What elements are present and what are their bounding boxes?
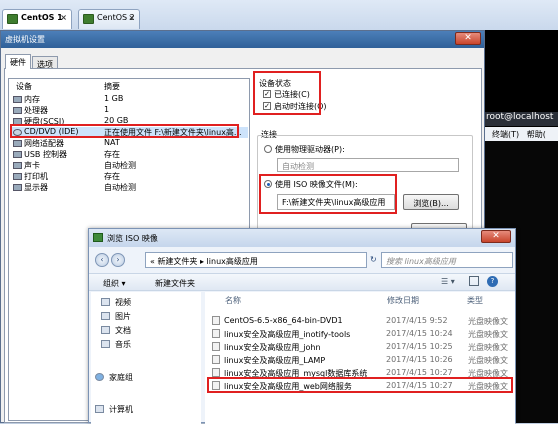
device-row-network[interactable]: 网络适配器 NAT: [12, 138, 248, 149]
menu-terminal[interactable]: 终端(T): [492, 130, 519, 139]
file-row[interactable]: linux安全及高级应用_LAMP 2017/4/15 10:26 光盘映像文: [210, 353, 514, 366]
help-icon[interactable]: ?: [487, 276, 498, 287]
file-row[interactable]: linux安全及高级应用_inotify-tools 2017/4/15 10:2…: [210, 327, 514, 340]
forward-button[interactable]: ›: [111, 253, 125, 267]
usb-icon: [13, 151, 22, 158]
music-icon: [101, 340, 110, 348]
physical-drive-label: 使用物理驱动器(P):: [275, 145, 345, 154]
physical-drive-value: 自动检测: [282, 162, 314, 171]
document-icon: [101, 326, 110, 334]
preview-pane-icon[interactable]: [469, 276, 479, 286]
column-summary: 摘要: [104, 82, 120, 91]
close-icon[interactable]: ×: [128, 13, 135, 22]
view-icon[interactable]: ☰ ▾: [441, 277, 455, 286]
close-button[interactable]: ✕: [455, 32, 481, 45]
printer-icon: [13, 173, 22, 180]
device-row-display[interactable]: 显示器 自动检测: [12, 182, 248, 193]
device-row-printer[interactable]: 打印机 存在: [12, 171, 248, 182]
tab-centos-1[interactable]: CentOS 1 ×: [2, 9, 72, 29]
new-folder-button[interactable]: 新建文件夹: [155, 278, 195, 289]
physical-drive-select[interactable]: 自动检测: [277, 158, 459, 172]
menu-help[interactable]: 帮助(: [527, 130, 546, 139]
browse-iso-dialog: 浏览 ISO 映像 ✕ ‹ › « 新建文件夹 ▸ linux高级应用 ↻ 搜索…: [88, 228, 516, 424]
vm-icon: [83, 14, 94, 24]
highlight-box: [253, 71, 321, 115]
file-row[interactable]: linux安全及高级应用_john 2017/4/15 10:25 光盘映像文: [210, 340, 514, 353]
breadcrumb-item[interactable]: linux高级应用: [207, 257, 258, 266]
browse-button[interactable]: 浏览(B)...: [403, 194, 459, 210]
column-date[interactable]: 修改日期: [387, 295, 419, 306]
tab-hardware[interactable]: 硬件: [5, 54, 31, 69]
column-name[interactable]: 名称: [225, 295, 241, 306]
back-button[interactable]: ‹: [95, 253, 109, 267]
video-icon: [101, 298, 110, 306]
processor-icon: [13, 107, 22, 114]
speaker-icon: [13, 162, 22, 169]
column-type[interactable]: 类型: [467, 295, 483, 306]
highlight-box: [207, 377, 513, 393]
vm-icon: [7, 14, 18, 24]
monitor-icon: [13, 184, 22, 191]
disc-image-icon: [212, 355, 220, 364]
tab-label: CentOS 1: [21, 13, 63, 22]
refresh-icon[interactable]: ↻: [370, 255, 377, 264]
device-row-sound[interactable]: 声卡 自动检测: [12, 160, 248, 171]
vm-tab-bar: CentOS 1 × CentOS 2 ×: [0, 0, 558, 32]
device-row-usb[interactable]: USB 控制器 存在: [12, 149, 248, 160]
browse-toolbar: 组织 ▾ 新建文件夹 ☰ ▾ ?: [89, 273, 515, 291]
picture-icon: [101, 312, 110, 320]
computer-icon: [95, 405, 104, 413]
device-row-memory[interactable]: 内存 1 GB: [12, 94, 248, 105]
highlight-box: [10, 124, 239, 138]
breadcrumb-item[interactable]: 新建文件夹: [157, 257, 197, 266]
terminal-menu: 终端(T) 帮助(: [482, 127, 558, 141]
close-icon[interactable]: ×: [60, 13, 67, 22]
terminal-title: root@localhost: [482, 112, 558, 126]
disc-image-icon: [212, 316, 220, 325]
disc-image-icon: [212, 342, 220, 351]
vmware-icon: [93, 233, 103, 242]
physical-drive-radio[interactable]: [264, 145, 272, 153]
dialog-title: 虚拟机设置: [1, 31, 484, 48]
browse-dialog-title: 浏览 ISO 映像: [89, 229, 515, 247]
file-list: 名称 修改日期 类型 CentOS-6.5-x86_64-bin-DVD1 201…: [205, 292, 515, 424]
address-bar[interactable]: « 新建文件夹 ▸ linux高级应用: [145, 252, 367, 268]
navigation-pane: 视频 图片 文档 音乐 家庭组 计算机: [91, 292, 201, 424]
file-row[interactable]: CentOS-6.5-x86_64-bin-DVD1 2017/4/15 9:52…: [210, 314, 514, 327]
highlight-box: [259, 174, 397, 214]
tab-centos-2[interactable]: CentOS 2 ×: [78, 9, 140, 29]
close-button[interactable]: ✕: [481, 230, 511, 243]
homegroup-icon: [95, 373, 104, 381]
disc-image-icon: [212, 368, 220, 377]
browse-title-text: 浏览 ISO 映像: [107, 234, 158, 243]
network-icon: [13, 140, 22, 147]
disc-image-icon: [212, 329, 220, 338]
search-input[interactable]: 搜索 linux高级应用: [381, 252, 513, 268]
memory-icon: [13, 96, 22, 103]
column-device: 设备: [16, 82, 32, 91]
device-row-processor[interactable]: 处理器 1: [12, 105, 248, 116]
tab-options[interactable]: 选项: [32, 56, 58, 69]
organize-button[interactable]: 组织 ▾: [103, 278, 126, 289]
